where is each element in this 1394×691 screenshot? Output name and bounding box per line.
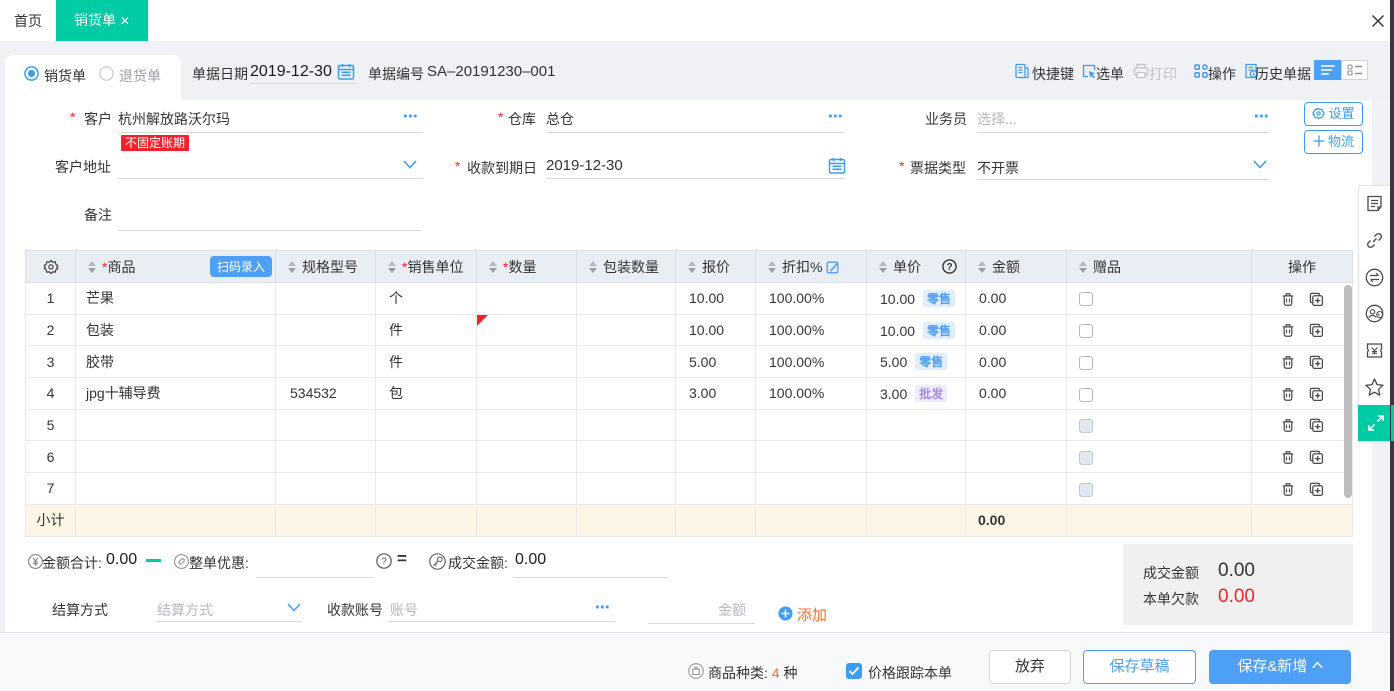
svg-text:?: ? <box>946 262 952 273</box>
svg-text:?: ? <box>381 557 387 568</box>
